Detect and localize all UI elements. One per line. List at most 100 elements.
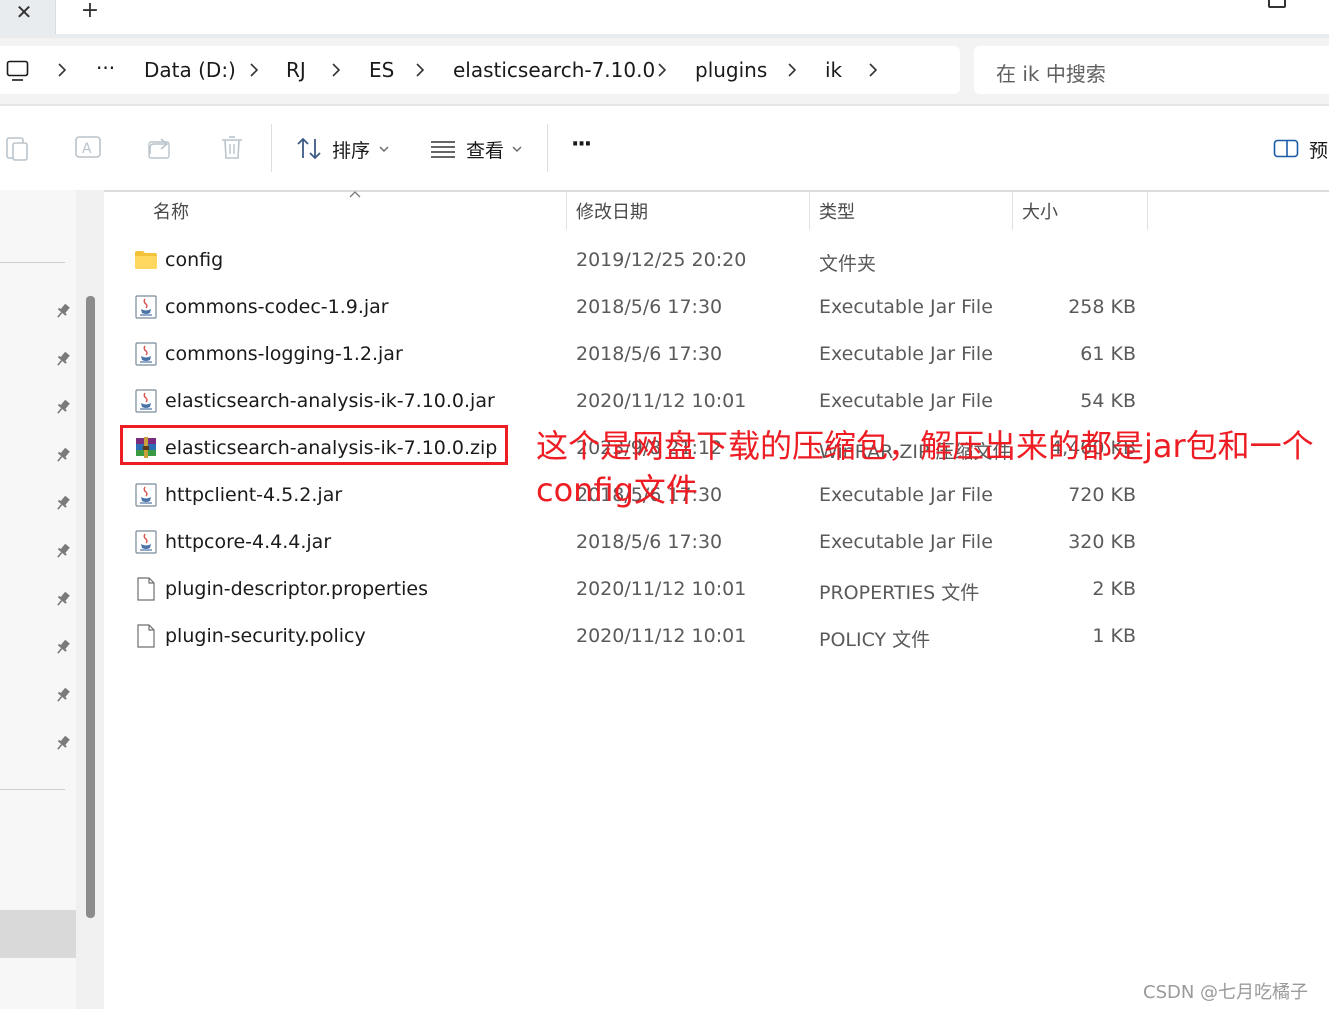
column-header-date[interactable]: 修改日期 [576,198,648,224]
svg-text:A: A [82,141,92,157]
file-name: elasticsearch-analysis-ik-7.10.0.jar [165,390,495,412]
file-type: Executable Jar File [819,390,993,412]
breadcrumb-item[interactable]: ES [369,58,394,82]
pin-icon[interactable] [54,494,72,512]
chevron-down-icon[interactable] [378,144,390,154]
column-divider[interactable] [809,190,810,230]
file-date: 2020/11/12 10:01 [576,390,747,412]
chevron-down-icon[interactable] [511,144,523,154]
file-type: POLICY 文件 [819,629,931,651]
file-size: 2 KB [1092,578,1136,600]
file-size: 320 KB [1068,531,1136,553]
share-icon[interactable] [146,134,174,162]
file-name: commons-codec-1.9.jar [165,296,389,318]
pin-icon[interactable] [54,590,72,608]
breadcrumb-item[interactable]: elasticsearch-7.10.0 [453,58,655,82]
file-size: 1 KB [1092,625,1136,647]
file-name: httpcore-4.4.4.jar [165,531,332,553]
jar-icon [135,530,157,554]
chevron-right-icon[interactable] [867,60,879,80]
sidebar-selected-item[interactable] [0,910,76,958]
column-header-type[interactable]: 类型 [819,198,855,224]
jar-icon [135,342,157,366]
sidebar-divider [0,262,65,263]
column-header-name[interactable]: 名称 [153,198,189,224]
close-tab-icon[interactable]: ✕ [10,0,38,24]
pin-icon[interactable] [54,350,72,368]
preview-pane-icon[interactable] [1273,139,1299,159]
file-type: Executable Jar File [819,343,993,365]
more-options-button[interactable]: ··· [571,132,592,157]
pin-icon[interactable] [54,446,72,464]
breadcrumb-item[interactable]: ik [825,58,842,82]
file-name: httpclient-4.5.2.jar [165,484,343,506]
file-date: 2020/11/12 10:01 [576,625,747,647]
file-row-httpcore[interactable]: httpcore-4.4.4.jar 2018/5/6 17:30 Execut… [120,519,1150,566]
file-date: 2018/5/6 17:30 [576,531,723,553]
file-name: commons-logging-1.2.jar [165,343,403,365]
annotation-text: 这个是网盘下载的压缩包，解压出来的都是jar包和一个config文件 [536,427,1314,509]
jar-icon [135,295,157,319]
chevron-right-icon[interactable] [248,60,260,80]
jar-icon [135,483,157,507]
sidebar-scrollbar-thumb[interactable] [86,296,95,918]
breadcrumb-item[interactable]: RJ [286,58,306,82]
file-size: 258 KB [1068,296,1136,318]
file-name: plugin-descriptor.properties [165,578,429,600]
pin-icon[interactable] [54,542,72,560]
search-placeholder: 在 ik 中搜索 [996,62,1106,86]
breadcrumb-item[interactable]: Data (D:) [144,58,236,82]
command-bar [0,104,1329,192]
file-date: 2018/5/6 17:30 [576,343,723,365]
sort-icon[interactable] [296,136,324,162]
file-row-commons-codec[interactable]: commons-codec-1.9.jar 2018/5/6 17:30 Exe… [120,284,1150,331]
window-restore-icon[interactable] [1268,0,1286,8]
preview-button[interactable]: 预 [1309,136,1328,163]
file-type: Executable Jar File [819,296,993,318]
pin-icon[interactable] [54,398,72,416]
delete-icon[interactable] [218,134,246,162]
watermark: CSDN @七月吃橘子 [1143,982,1309,1003]
file-row-analysis-ik-jar[interactable]: elasticsearch-analysis-ik-7.10.0.jar 202… [120,378,1150,425]
pin-icon[interactable] [54,302,72,320]
paste-icon[interactable] [4,134,30,162]
file-date: 2018/5/6 17:30 [576,296,723,318]
file-row-config[interactable]: config 2019/12/25 20:20 文件夹 [120,237,1150,284]
column-divider[interactable] [1012,190,1013,230]
view-button[interactable]: 查看 [466,136,504,163]
highlight-box [120,425,508,465]
file-size: 61 KB [1080,343,1136,365]
breadcrumb-item[interactable]: plugins [695,58,767,82]
chevron-right-icon[interactable] [414,60,426,80]
column-divider[interactable] [566,190,567,230]
sort-button[interactable]: 排序 [332,136,370,163]
file-name: config [165,249,224,271]
file-name: plugin-security.policy [165,625,366,647]
toolbar-divider [547,124,548,172]
view-icon[interactable] [430,140,456,158]
rename-icon[interactable]: A [74,134,102,162]
file-type: 文件夹 [819,253,877,275]
pin-icon[interactable] [54,734,72,752]
this-pc-icon[interactable] [6,60,30,82]
chevron-right-icon[interactable] [656,60,668,80]
pin-icon[interactable] [54,686,72,704]
file-size: 54 KB [1080,390,1136,412]
chevron-right-icon[interactable] [330,60,342,80]
folder-icon [135,251,157,269]
pin-icon[interactable] [54,638,72,656]
file-row-commons-logging[interactable]: commons-logging-1.2.jar 2018/5/6 17:30 E… [120,331,1150,378]
new-tab-icon[interactable]: + [76,0,104,24]
chevron-right-icon[interactable] [786,60,798,80]
file-date: 2019/12/25 20:20 [576,249,747,271]
file-icon [137,624,155,648]
toolbar-divider [271,124,272,172]
file-row-plugin-security[interactable]: plugin-security.policy 2020/11/12 10:01 … [120,613,1150,660]
chevron-right-icon[interactable] [56,60,68,80]
breadcrumb-overflow[interactable]: ··· [96,56,115,80]
column-header-size[interactable]: 大小 [1022,198,1058,224]
file-date: 2020/11/12 10:01 [576,578,747,600]
column-divider[interactable] [1147,190,1148,230]
active-tab[interactable] [55,0,1329,34]
file-row-plugin-descriptor[interactable]: plugin-descriptor.properties 2020/11/12 … [120,566,1150,613]
